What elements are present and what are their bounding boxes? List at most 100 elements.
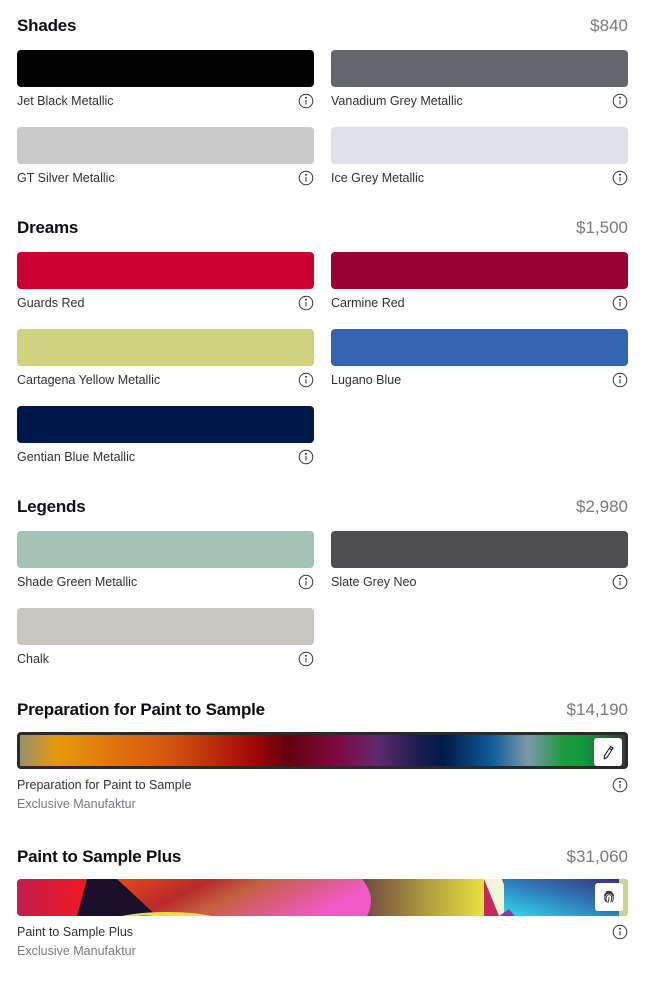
color-swatch[interactable] [17, 252, 314, 289]
paint-to-sample-prep-option[interactable]: Preparation for Paint to Sample Exclusiv… [17, 732, 628, 811]
color-option[interactable]: Guards Red [17, 252, 314, 322]
option-label: Preparation for Paint to Sample [17, 778, 192, 792]
color-swatch[interactable] [17, 127, 314, 164]
color-option[interactable]: Ice Grey Metallic [331, 127, 628, 197]
option-label-row: Jet Black Metallic [17, 93, 314, 109]
section-price: $2,980 [576, 497, 628, 516]
info-icon[interactable] [612, 777, 628, 793]
option-label-row: Lugano Blue [331, 372, 628, 388]
color-swatch-selected[interactable] [17, 732, 628, 769]
info-icon[interactable] [612, 574, 628, 590]
option-label-row: Paint to Sample Plus [17, 924, 628, 940]
section-header: Legends $2,980 [17, 497, 628, 519]
option-label-row: Carmine Red [331, 295, 628, 311]
option-label-row: Slate Grey Neo [331, 574, 628, 590]
color-option[interactable]: Chalk [17, 608, 314, 678]
pencil-icon [603, 745, 614, 760]
color-option[interactable]: Shade Green Metallic [17, 531, 314, 601]
color-option[interactable]: Gentian Blue Metallic [17, 406, 314, 476]
option-label: Gentian Blue Metallic [17, 450, 136, 464]
section-header: Dreams $1,500 [17, 218, 628, 240]
color-grid: Guards Red Carmine Red Cartagena Yellow Me… [17, 252, 628, 469]
info-icon[interactable] [298, 372, 314, 388]
option-sublabel: Exclusive Manufaktur [17, 797, 136, 811]
option-label: Ice Grey Metallic [331, 171, 425, 185]
option-label: Cartagena Yellow Metallic [17, 373, 161, 387]
color-grid: Shade Green Metallic Slate Grey Neo Chalk [17, 531, 628, 671]
color-grid: Jet Black Metallic Vanadium Grey Metallic… [17, 50, 628, 190]
section-title: Shades [17, 16, 77, 35]
section-paint-to-sample-prep: Preparation for Paint to Sample $14,190 … [17, 700, 628, 811]
option-label: Lugano Blue [331, 373, 402, 387]
color-option[interactable]: Slate Grey Neo [331, 531, 628, 601]
section-header: Paint to Sample Plus $31,060 [17, 847, 628, 869]
section-header: Shades $840 [17, 16, 628, 38]
section-legends: Legends $2,980 Shade Green Metallic Slate… [17, 497, 628, 671]
info-icon[interactable] [612, 924, 628, 940]
color-swatch[interactable] [17, 50, 314, 87]
info-icon[interactable] [612, 93, 628, 109]
fingerprint-button[interactable] [595, 883, 623, 911]
option-label: Slate Grey Neo [331, 575, 417, 589]
info-icon[interactable] [298, 651, 314, 667]
option-label: GT Silver Metallic [17, 171, 115, 185]
color-option[interactable]: Jet Black Metallic [17, 50, 314, 120]
color-swatch[interactable] [17, 531, 314, 568]
fingerprint-icon [604, 890, 614, 903]
section-title: Legends [17, 497, 86, 516]
option-label: Paint to Sample Plus [17, 925, 134, 939]
section-title: Paint to Sample Plus [17, 847, 182, 866]
info-icon[interactable] [298, 93, 314, 109]
section-price: $14,190 [566, 700, 628, 719]
section-header: Preparation for Paint to Sample $14,190 [17, 700, 628, 722]
info-icon[interactable] [612, 295, 628, 311]
color-swatch[interactable] [17, 406, 314, 443]
option-label-row: GT Silver Metallic [17, 170, 314, 186]
color-swatch[interactable] [331, 50, 628, 87]
option-sublabel: Exclusive Manufaktur [17, 944, 136, 958]
color-swatch[interactable] [17, 608, 314, 645]
info-icon[interactable] [612, 372, 628, 388]
option-label-row: Cartagena Yellow Metallic [17, 372, 314, 388]
option-label: Jet Black Metallic [17, 94, 114, 108]
option-label-row: Vanadium Grey Metallic [331, 93, 628, 109]
section-price: $840 [590, 16, 628, 35]
option-label-row: Ice Grey Metallic [331, 170, 628, 186]
paint-to-sample-plus-option[interactable]: Paint to Sample Plus Exclusive Manufaktu… [17, 879, 628, 958]
option-label: Shade Green Metallic [17, 575, 138, 589]
info-icon[interactable] [612, 170, 628, 186]
option-label: Guards Red [17, 296, 85, 310]
section-price: $31,060 [566, 847, 628, 866]
info-icon[interactable] [298, 170, 314, 186]
section-paint-to-sample-plus: Paint to Sample Plus $31,060 Paint to Sa… [17, 847, 628, 958]
option-label: Carmine Red [331, 296, 405, 310]
option-label-row: Guards Red [17, 295, 314, 311]
color-option[interactable]: GT Silver Metallic [17, 127, 314, 197]
color-option[interactable]: Cartagena Yellow Metallic [17, 329, 314, 399]
color-swatch[interactable] [331, 531, 628, 568]
option-label-row: Chalk [17, 651, 314, 667]
edit-button[interactable] [594, 738, 622, 766]
color-swatch[interactable] [331, 127, 628, 164]
color-option[interactable]: Vanadium Grey Metallic [331, 50, 628, 120]
color-swatch[interactable] [17, 879, 628, 916]
option-label: Vanadium Grey Metallic [331, 94, 463, 108]
option-label-row: Preparation for Paint to Sample [17, 777, 628, 793]
section-title: Dreams [17, 218, 79, 237]
option-label-row: Shade Green Metallic [17, 574, 314, 590]
section-shades: Shades $840 Jet Black Metallic Vanadium G… [17, 16, 628, 190]
option-label-row: Gentian Blue Metallic [17, 449, 314, 465]
color-swatch[interactable] [331, 329, 628, 366]
section-dreams: Dreams $1,500 Guards Red Carmine Red Carta… [17, 218, 628, 469]
info-icon[interactable] [298, 449, 314, 465]
info-icon[interactable] [298, 574, 314, 590]
info-icon[interactable] [298, 295, 314, 311]
option-label: Chalk [17, 652, 49, 666]
color-swatch[interactable] [17, 329, 314, 366]
color-option[interactable]: Lugano Blue [331, 329, 628, 399]
color-swatch[interactable] [331, 252, 628, 289]
color-option[interactable]: Carmine Red [331, 252, 628, 322]
section-price: $1,500 [576, 218, 628, 237]
artwork-pattern [17, 879, 628, 916]
section-title: Preparation for Paint to Sample [17, 700, 265, 719]
